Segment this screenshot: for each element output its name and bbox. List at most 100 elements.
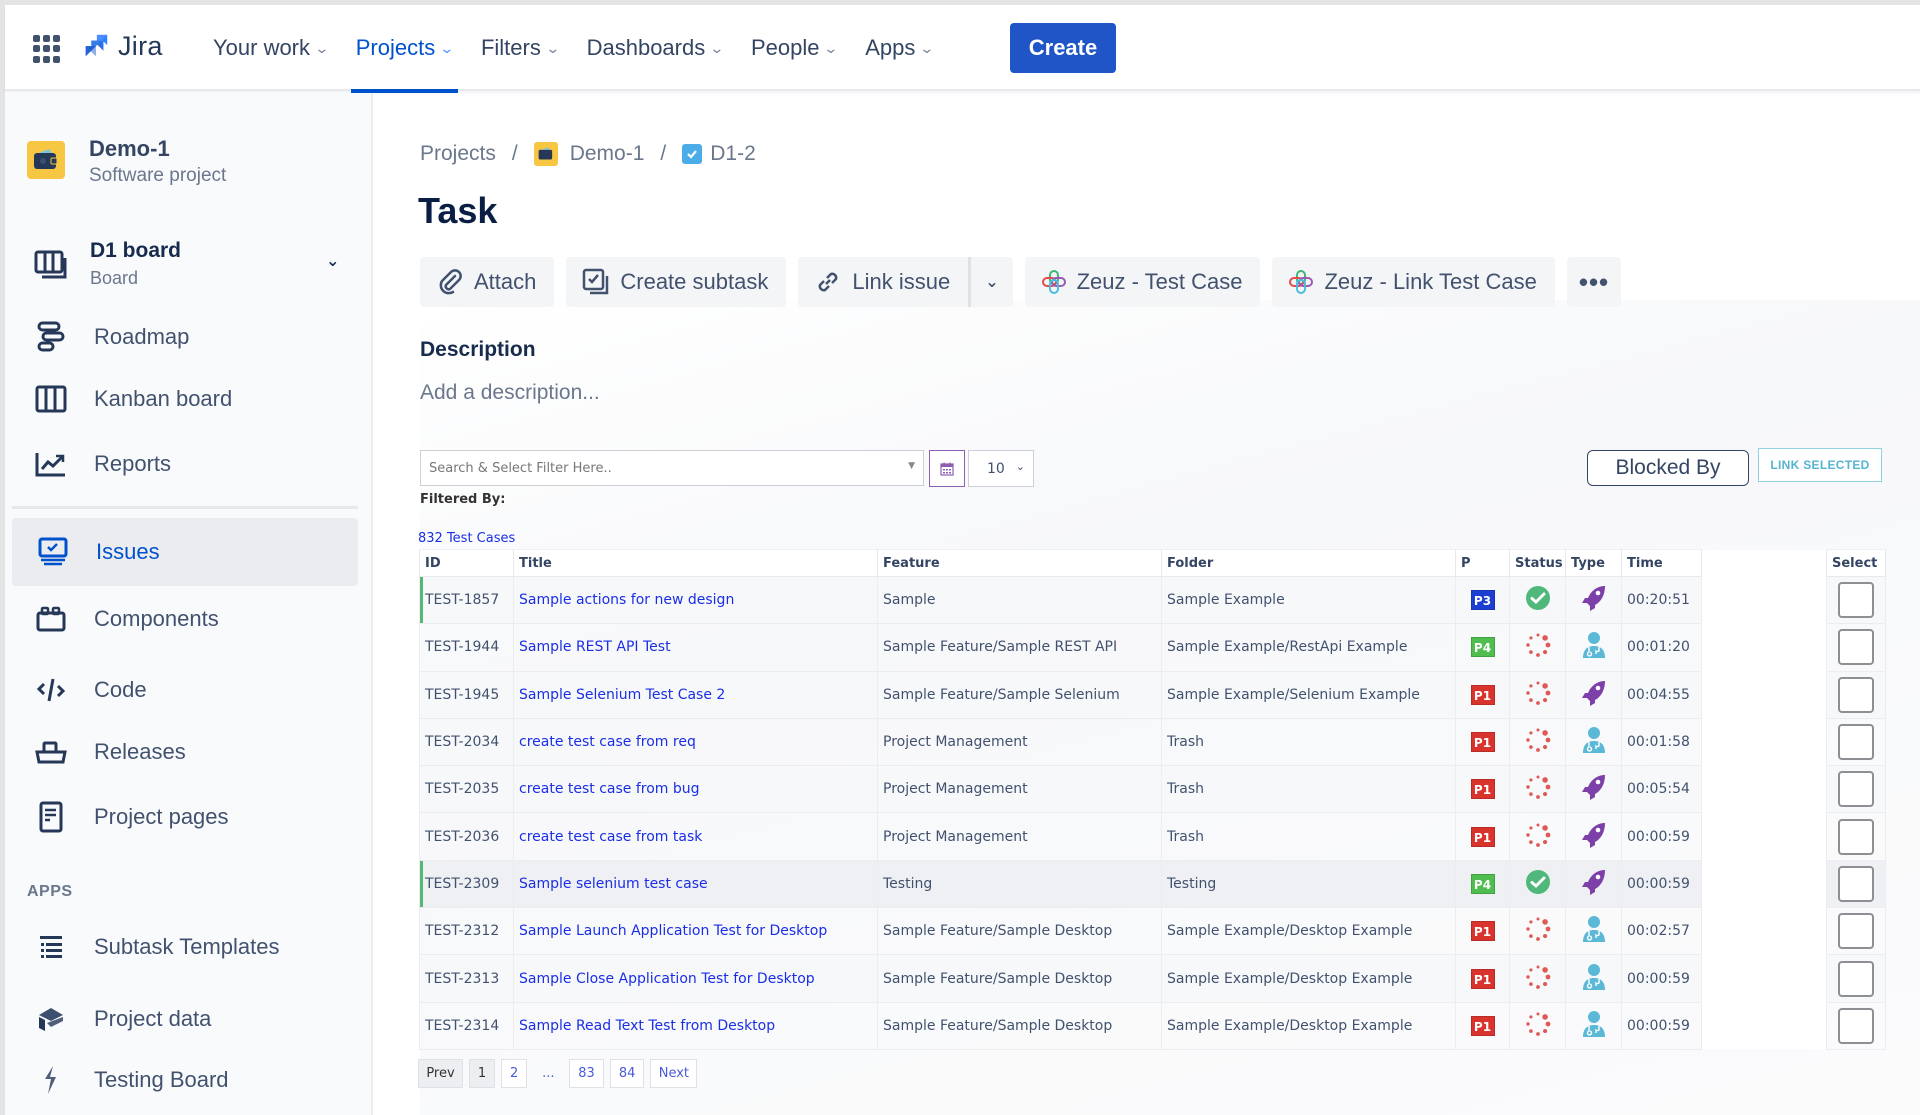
- column-header-folder[interactable]: Folder: [1161, 549, 1456, 577]
- roadmap-icon: [34, 320, 68, 354]
- table-row[interactable]: TEST-2312 Sample Launch Application Test …: [419, 907, 1886, 956]
- nav-filters[interactable]: Filters ⌄: [473, 5, 567, 91]
- test-case-title-link[interactable]: create test case from bug: [519, 781, 700, 797]
- row-select-checkbox[interactable]: [1838, 818, 1874, 855]
- create-subtask-button[interactable]: Create subtask: [566, 257, 787, 307]
- pagination-page-2[interactable]: 2: [501, 1059, 528, 1088]
- row-select-checkbox[interactable]: [1838, 1007, 1874, 1044]
- jira-logo[interactable]: Jira: [80, 31, 163, 62]
- sidebar-item-code[interactable]: Code: [10, 660, 360, 720]
- row-select-checkbox[interactable]: [1838, 676, 1874, 713]
- project-header[interactable]: Demo-1 Software project: [27, 136, 226, 186]
- nav-people[interactable]: People ⌄: [743, 5, 845, 91]
- test-case-title-link[interactable]: Sample REST API Test: [519, 639, 671, 655]
- more-actions-button[interactable]: •••: [1566, 257, 1622, 307]
- table-row[interactable]: TEST-1944 Sample REST API Test Sample Feat…: [419, 623, 1886, 672]
- row-select-checkbox[interactable]: [1838, 629, 1874, 666]
- link-issue-button[interactable]: Link issue: [798, 257, 972, 307]
- row-select-checkbox[interactable]: [1838, 960, 1874, 997]
- create-button[interactable]: Create: [1010, 23, 1116, 73]
- cell-priority: P1: [1455, 954, 1510, 1003]
- row-select-checkbox[interactable]: [1838, 865, 1874, 902]
- link-type-select-blocked-by[interactable]: Blocked By: [1587, 450, 1749, 486]
- cell-id: TEST-2309: [419, 859, 514, 909]
- link-selected-button[interactable]: LINK SELECTED: [1758, 448, 1882, 482]
- pagination-page-1[interactable]: 1: [469, 1059, 495, 1088]
- row-select-checkbox[interactable]: [1838, 913, 1874, 950]
- zeuz-test-case-button[interactable]: Zeuz - Test Case: [1024, 257, 1261, 307]
- table-row[interactable]: TEST-1857 Sample actions for new design Sa…: [419, 575, 1886, 625]
- test-case-title-link[interactable]: Sample actions for new design: [519, 592, 734, 608]
- sidebar-item-kanban-board[interactable]: Kanban board: [10, 369, 360, 429]
- sidebar-item-subtask-templates[interactable]: Subtask Templates: [10, 917, 360, 977]
- table-row[interactable]: TEST-2035 create test case from bug Projec…: [419, 765, 1886, 814]
- cell-select: [1826, 670, 1886, 719]
- column-header-priority[interactable]: P: [1455, 549, 1510, 577]
- table-row[interactable]: TEST-2309 Sample selenium test case Testin…: [419, 859, 1886, 909]
- row-select-checkbox[interactable]: [1838, 771, 1874, 808]
- list-icon: [34, 930, 68, 964]
- app-switcher-icon[interactable]: [33, 35, 61, 63]
- column-header-feature[interactable]: Feature: [877, 549, 1162, 577]
- priority-badge: P1: [1470, 732, 1495, 753]
- table-row[interactable]: TEST-2036 create test case from task Proje…: [419, 812, 1886, 861]
- column-header-time[interactable]: Time: [1621, 549, 1702, 577]
- test-case-title-link[interactable]: Sample selenium test case: [519, 876, 708, 892]
- nav-your-work[interactable]: Your work ⌄: [205, 5, 336, 91]
- pagination-next-button[interactable]: Next: [650, 1059, 698, 1088]
- nav-dashboards[interactable]: Dashboards ⌄: [579, 5, 731, 91]
- cell-priority: P1: [1455, 1001, 1510, 1050]
- test-case-title-link[interactable]: Sample Read Text Test from Desktop: [519, 1018, 775, 1034]
- pagination-prev-button[interactable]: Prev: [418, 1059, 463, 1088]
- sidebar-item-project-data[interactable]: Project data: [10, 989, 360, 1049]
- sidebar-item-testing-board[interactable]: Testing Board: [10, 1050, 360, 1110]
- cell-status: [1509, 717, 1566, 767]
- sidebar-item-project-pages[interactable]: Project pages: [10, 787, 360, 847]
- column-header-status[interactable]: Status: [1509, 549, 1566, 577]
- table-row[interactable]: TEST-2034 create test case from req Projec…: [419, 717, 1886, 767]
- test-case-title-link[interactable]: Sample Launch Application Test for Deskt…: [519, 923, 827, 939]
- rocket-icon: [1581, 680, 1607, 711]
- page-size-select[interactable]: 10 ⌄: [968, 450, 1034, 487]
- column-header-type[interactable]: Type: [1565, 549, 1622, 577]
- table-row[interactable]: TEST-2314 Sample Read Text Test from Desk…: [419, 1001, 1886, 1050]
- breadcrumb-issue[interactable]: D1-2: [682, 142, 756, 166]
- pagination-page-83[interactable]: 83: [569, 1059, 604, 1088]
- breadcrumb-project-label: Demo-1: [569, 142, 645, 165]
- nav-apps[interactable]: Apps ⌄: [857, 5, 941, 91]
- row-select-checkbox[interactable]: [1838, 582, 1874, 619]
- test-case-title-link[interactable]: create test case from task: [519, 829, 702, 845]
- test-case-count-link[interactable]: 832 Test Cases: [418, 531, 515, 546]
- pagination-page-84[interactable]: 84: [609, 1059, 645, 1088]
- column-spacer: [1701, 549, 1827, 577]
- issue-summary-title[interactable]: Task: [418, 190, 497, 232]
- test-case-title-link[interactable]: Sample Close Application Test for Deskto…: [519, 971, 815, 987]
- sidebar-item-components[interactable]: Components: [10, 589, 360, 649]
- breadcrumb-issue-key: D1-2: [710, 142, 756, 165]
- cell-id: TEST-1944: [419, 623, 514, 672]
- breadcrumb-project[interactable]: Demo-1: [533, 142, 645, 166]
- description-field[interactable]: Add a description...: [420, 381, 600, 405]
- pagination-ellipsis: ...: [542, 1066, 555, 1081]
- project-data-icon: [34, 1002, 68, 1036]
- cell-time: 00:00:59: [1621, 954, 1702, 1003]
- breadcrumb-projects[interactable]: Projects: [420, 142, 496, 166]
- sidebar-item-releases[interactable]: Releases: [10, 722, 360, 782]
- filter-search-select[interactable]: Search & Select Filter Here.. ▼: [420, 450, 924, 486]
- link-issue-dropdown-button[interactable]: ⌄: [971, 257, 1013, 307]
- test-case-title-link[interactable]: Sample Selenium Test Case 2: [519, 687, 725, 703]
- column-header-title[interactable]: Title: [513, 549, 878, 577]
- nav-projects[interactable]: Projects ⌄: [348, 5, 461, 93]
- sidebar-item-issues[interactable]: Issues: [12, 518, 358, 586]
- table-row[interactable]: TEST-2313 Sample Close Application Test f…: [419, 954, 1886, 1003]
- date-filter-button[interactable]: [929, 450, 965, 487]
- column-header-id[interactable]: ID: [419, 549, 514, 577]
- issues-icon: [36, 535, 70, 569]
- row-select-checkbox[interactable]: [1838, 724, 1874, 761]
- test-case-title-link[interactable]: create test case from req: [519, 734, 696, 750]
- sidebar-item-reports[interactable]: Reports: [10, 434, 360, 494]
- zeuz-link-test-case-button[interactable]: Zeuz - Link Test Case: [1272, 257, 1555, 307]
- sidebar-item-roadmap[interactable]: Roadmap: [10, 307, 360, 367]
- attach-button[interactable]: Attach: [420, 257, 555, 307]
- table-row[interactable]: TEST-1945 Sample Selenium Test Case 2 Samp…: [419, 670, 1886, 719]
